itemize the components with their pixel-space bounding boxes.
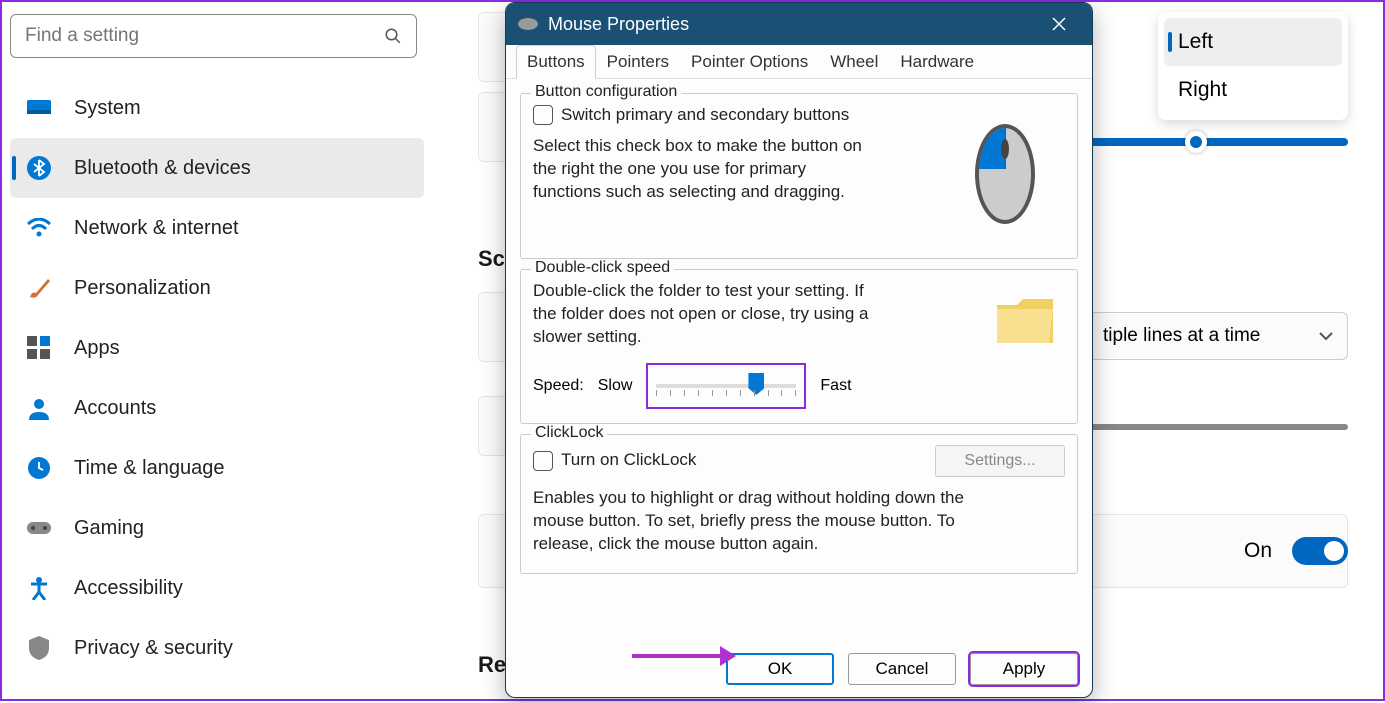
option-left[interactable]: Left — [1164, 18, 1342, 66]
option-right[interactable]: Right — [1164, 66, 1342, 114]
sidebar-item-personalization[interactable]: Personalization — [10, 258, 424, 318]
dialog-button-row: OK Cancel Apply — [726, 653, 1078, 685]
search-box[interactable] — [10, 14, 417, 58]
pointer-speed-slider[interactable] — [1078, 138, 1348, 146]
group-legend: Button configuration — [531, 83, 681, 101]
gamepad-icon — [26, 515, 52, 541]
ok-button[interactable]: OK — [726, 653, 834, 685]
tab-hardware[interactable]: Hardware — [889, 45, 985, 78]
search-input[interactable] — [25, 25, 384, 47]
sidebar-item-label: Accessibility — [74, 577, 183, 600]
group-description: Double-click the folder to test your set… — [533, 280, 873, 349]
dialog-titlebar[interactable]: Mouse Properties — [506, 3, 1092, 45]
close-button[interactable] — [1038, 3, 1080, 45]
section-heading: Re — [478, 652, 506, 678]
toggle-switch[interactable] — [1292, 537, 1348, 565]
sidebar-item-label: System — [74, 97, 141, 120]
tab-pointers[interactable]: Pointers — [596, 45, 680, 78]
mouse-illustration — [945, 104, 1065, 244]
tab-wheel[interactable]: Wheel — [819, 45, 889, 78]
sidebar-item-time-language[interactable]: Time & language — [10, 438, 424, 498]
mouse-properties-dialog: Mouse Properties Buttons Pointers Pointe… — [505, 2, 1093, 698]
scroll-mode-dropdown[interactable]: tiple lines at a time — [1088, 312, 1348, 360]
chevron-down-icon — [1319, 331, 1333, 341]
bluetooth-icon — [26, 155, 52, 181]
primary-button-dropdown[interactable]: Left Right — [1158, 12, 1348, 120]
clicklock-group: ClickLock Turn on ClickLock Settings... … — [520, 434, 1078, 574]
toggle-row: On — [1244, 537, 1348, 565]
sidebar-item-label: Bluetooth & devices — [74, 157, 251, 180]
slider-thumb[interactable] — [1185, 131, 1207, 153]
tab-buttons[interactable]: Buttons — [516, 45, 596, 79]
sidebar-item-label: Network & internet — [74, 217, 239, 240]
sidebar-item-label: Privacy & security — [74, 637, 233, 660]
sidebar-item-privacy[interactable]: Privacy & security — [10, 618, 424, 678]
group-description: Enables you to highlight or drag without… — [533, 487, 1013, 556]
sidebar-item-network[interactable]: Network & internet — [10, 198, 424, 258]
sidebar-item-label: Gaming — [74, 517, 144, 540]
settings-sidebar: System Bluetooth & devices Network & int… — [2, 2, 432, 703]
slider-track[interactable] — [1088, 424, 1348, 430]
clicklock-checkbox[interactable] — [533, 451, 553, 471]
sidebar-item-label: Personalization — [74, 277, 211, 300]
clicklock-settings-button: Settings... — [935, 445, 1065, 477]
dialog-body: Button configuration Switch primary and … — [506, 79, 1092, 588]
dialog-title: Mouse Properties — [548, 14, 689, 35]
person-icon — [26, 395, 52, 421]
double-click-group: Double-click speed Double-click the fold… — [520, 269, 1078, 424]
sidebar-item-apps[interactable]: Apps — [10, 318, 424, 378]
sidebar-item-label: Time & language — [74, 457, 224, 480]
sidebar-item-gaming[interactable]: Gaming — [10, 498, 424, 558]
sidebar-item-label: Apps — [74, 337, 120, 360]
double-click-speed-slider[interactable] — [646, 363, 806, 409]
mouse-icon — [518, 18, 538, 30]
group-legend: Double-click speed — [531, 259, 674, 277]
system-icon — [26, 95, 52, 121]
search-icon — [384, 27, 402, 45]
sidebar-item-bluetooth-devices[interactable]: Bluetooth & devices — [10, 138, 424, 198]
wifi-icon — [26, 215, 52, 241]
shield-icon — [26, 635, 52, 661]
button-config-group: Button configuration Switch primary and … — [520, 93, 1078, 259]
switch-buttons-checkbox[interactable] — [533, 105, 553, 125]
slow-label: Slow — [598, 377, 633, 395]
fast-label: Fast — [820, 377, 851, 395]
test-folder-icon[interactable] — [985, 280, 1065, 360]
checkbox-label: Turn on ClickLock — [561, 449, 696, 472]
close-icon — [1052, 17, 1066, 31]
speed-label: Speed: — [533, 377, 584, 395]
cancel-button[interactable]: Cancel — [848, 653, 956, 685]
sidebar-item-accessibility[interactable]: Accessibility — [10, 558, 424, 618]
sidebar-item-system[interactable]: System — [10, 78, 424, 138]
brush-icon — [26, 275, 52, 301]
group-description: Select this check box to make the button… — [533, 135, 873, 204]
checkbox-label: Switch primary and secondary buttons — [561, 104, 849, 127]
group-legend: ClickLock — [531, 424, 607, 442]
toggle-label: On — [1244, 539, 1272, 563]
dialog-tabs: Buttons Pointers Pointer Options Wheel H… — [506, 45, 1092, 79]
apply-button[interactable]: Apply — [970, 653, 1078, 685]
apps-icon — [26, 335, 52, 361]
accessibility-icon — [26, 575, 52, 601]
tab-pointer-options[interactable]: Pointer Options — [680, 45, 819, 78]
clock-icon — [26, 455, 52, 481]
sidebar-item-accounts[interactable]: Accounts — [10, 378, 424, 438]
sidebar-item-label: Accounts — [74, 397, 156, 420]
